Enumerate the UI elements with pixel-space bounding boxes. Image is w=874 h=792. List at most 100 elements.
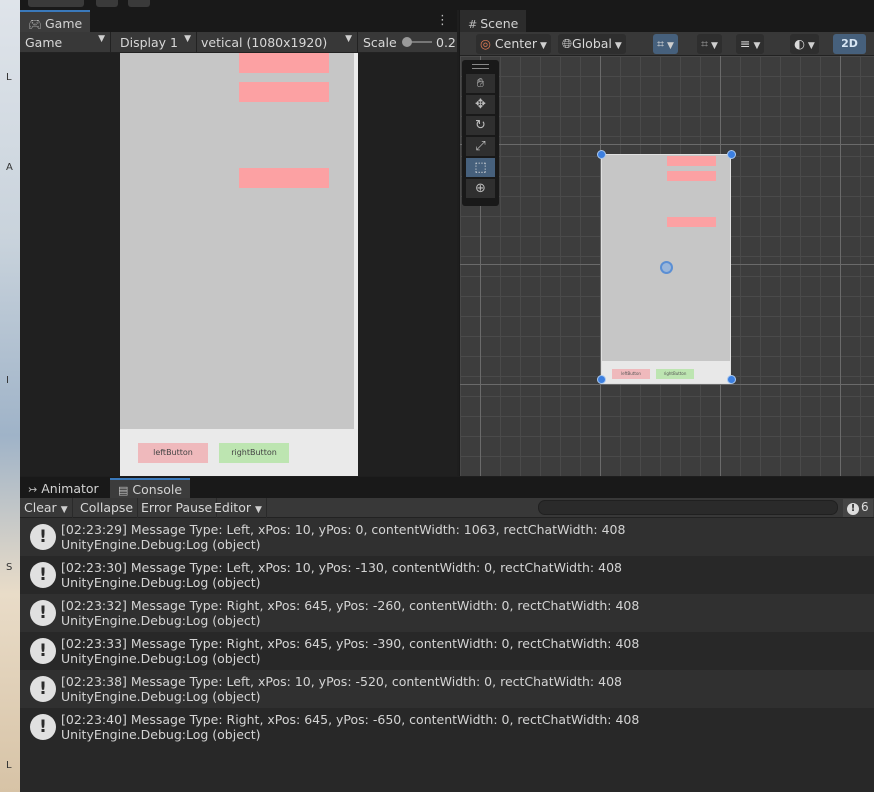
rect-handle-bottom-right[interactable] [727, 375, 736, 384]
hand-icon[interactable]: ✋︎ [466, 74, 495, 93]
log-entry[interactable]: ! [02:23:40] Message Type: Right, xPos: … [20, 708, 874, 746]
toolbar-button[interactable] [128, 0, 150, 7]
toolbar-button[interactable] [28, 0, 84, 7]
chevron-down-icon: ▼ [614, 41, 622, 51]
grid-line [460, 384, 874, 385]
game-mode-label: Game [25, 35, 63, 50]
tab-scene-label: Scene [480, 16, 519, 31]
chat-bubble [667, 171, 716, 181]
log-entry[interactable]: ! [02:23:30] Message Type: Left, xPos: 1… [20, 556, 874, 594]
desktop-glyph: L [6, 760, 12, 771]
left-button[interactable]: leftButton [138, 443, 208, 463]
log-stack: UnityEngine.Debug:Log (object) [61, 613, 261, 628]
align-button[interactable]: ≡ ▼ [736, 34, 765, 54]
rect-handle-top-left[interactable] [597, 150, 606, 159]
log-entry[interactable]: ! [02:23:29] Message Type: Left, xPos: 1… [20, 518, 874, 556]
collapse-button[interactable]: Collapse [76, 498, 139, 518]
chevron-down-icon: ▼ [711, 41, 718, 51]
log-stack: UnityEngine.Debug:Log (object) [61, 537, 261, 552]
display-dropdown[interactable]: Display 1 ▼ [115, 32, 197, 52]
rect-icon[interactable]: ⬚ [466, 158, 495, 177]
error-pause-button[interactable]: Error Pause [137, 498, 218, 518]
console-icon: ▤ [118, 484, 129, 497]
clear-button[interactable]: Clear ▼ [20, 498, 73, 518]
chat-bubble [667, 217, 716, 227]
search-input[interactable] [538, 500, 838, 515]
chevron-down-icon: ▼ [539, 41, 547, 51]
scale-label: Scale [363, 35, 397, 50]
increment-snap-button[interactable]: ⌗ ▼ [697, 34, 722, 54]
move-icon[interactable]: ✥ [466, 95, 495, 114]
log-count-toggle[interactable]: ! 6 [843, 499, 873, 517]
pivot-mode-label: Center [494, 36, 537, 51]
tab-scene[interactable]: # Scene [460, 10, 527, 32]
draw-mode-button[interactable]: ◐ ▼ [790, 34, 819, 54]
log-entry[interactable]: ! [02:23:38] Message Type: Left, xPos: 1… [20, 670, 874, 708]
2d-toggle[interactable]: 2D [833, 34, 866, 54]
grid-icon: ⌗ [701, 36, 709, 51]
info-icon: ! [847, 503, 859, 515]
log-list[interactable]: ! [02:23:29] Message Type: Left, xPos: 1… [20, 518, 874, 792]
resolution-dropdown[interactable]: vetical (1080x1920) ▼ [196, 32, 358, 52]
rect-handle-top-right[interactable] [727, 150, 736, 159]
log-stack: UnityEngine.Debug:Log (object) [61, 575, 261, 590]
chat-bubble [667, 156, 716, 166]
log-stack: UnityEngine.Debug:Log (object) [61, 651, 261, 666]
console-panel: ↣ Animator ▤ Console Clear ▼ Collapse Error… [20, 477, 874, 792]
game-tabbar: 🎮︎ Game ⋮ [20, 10, 457, 32]
pivot-rotation-dropdown[interactable]: 🌐︎Global ▼ [558, 34, 626, 54]
game-panel: 🎮︎ Game ⋮ Game ▼ Display 1 ▼ vetical (1080x… [20, 10, 457, 476]
palette-grip[interactable] [472, 64, 489, 69]
chevron-down-icon: ▼ [807, 41, 815, 51]
rect-handle-bottom-left[interactable] [597, 375, 606, 384]
desktop-glyph: L [6, 72, 12, 83]
scale-slider-knob[interactable] [402, 37, 412, 47]
chevron-down-icon: ▼ [98, 34, 105, 44]
rotate-icon[interactable]: ↻ [466, 116, 495, 135]
tab-animator[interactable]: ↣ Animator [20, 478, 107, 498]
desktop-glyph: S [6, 562, 13, 573]
scene-viewport[interactable]: ✋︎ ✥ ↻ ⤢ ⬚ ⊕ leftButton rightButton [460, 56, 874, 476]
scene-button-bar: leftButton rightButton [602, 361, 730, 383]
tool-palette: ✋︎ ✥ ↻ ⤢ ⬚ ⊕ [462, 60, 499, 206]
grid-line [460, 144, 874, 145]
log-message: [02:23:38] Message Type: Left, xPos: 10,… [61, 674, 622, 689]
grid-snap-button[interactable]: ⌗ ▼ [653, 34, 678, 54]
tab-console[interactable]: ▤ Console [110, 478, 191, 498]
log-entry[interactable]: ! [02:23:33] Message Type: Right, xPos: … [20, 632, 874, 670]
chat-bubble [239, 82, 329, 102]
log-message: [02:23:33] Message Type: Right, xPos: 64… [61, 636, 640, 651]
pivot-mode-dropdown[interactable]: ◎ Center ▼ [476, 34, 551, 54]
game-scrollbar[interactable] [354, 53, 358, 429]
pivot-rotation-label: Global [572, 36, 612, 51]
grid-line [840, 56, 841, 476]
desktop-glyph: I [6, 375, 9, 386]
info-icon: ! [30, 562, 56, 588]
scene-right-button: rightButton [656, 369, 694, 379]
globe-icon: 🌐︎ [562, 36, 573, 51]
info-icon: ! [30, 600, 56, 626]
tab-animator-label: Animator [41, 481, 99, 496]
editor-dropdown[interactable]: Editor ▼ [210, 498, 267, 518]
info-icon: ! [30, 638, 56, 664]
chevron-down-icon: ▼ [184, 34, 191, 44]
game-button-bar: leftButton rightButton [120, 429, 358, 476]
scene-left-button: leftButton [612, 369, 650, 379]
panel-menu-icon[interactable]: ⋮ [436, 13, 449, 28]
scale-icon[interactable]: ⤢ [466, 137, 495, 156]
tab-game[interactable]: 🎮︎ Game [20, 10, 91, 32]
log-message: [02:23:32] Message Type: Right, xPos: 64… [61, 598, 640, 613]
transform-icon[interactable]: ⊕ [466, 179, 495, 198]
shading-icon: ◐ [794, 36, 805, 51]
game-mode-dropdown[interactable]: Game ▼ [20, 32, 111, 52]
toolbar-button[interactable] [96, 0, 118, 7]
log-stack: UnityEngine.Debug:Log (object) [61, 727, 261, 742]
game-viewport[interactable]: leftButton rightButton [20, 53, 457, 476]
desktop-glyph: A [6, 162, 13, 173]
pivot-handle[interactable] [660, 261, 673, 274]
chevron-down-icon: ▼ [255, 505, 262, 515]
info-icon: ! [30, 714, 56, 740]
log-entry[interactable]: ! [02:23:32] Message Type: Right, xPos: … [20, 594, 874, 632]
game-toolbar: Game ▼ Display 1 ▼ vetical (1080x1920) ▼ Sc… [20, 32, 457, 53]
right-button[interactable]: rightButton [219, 443, 289, 463]
